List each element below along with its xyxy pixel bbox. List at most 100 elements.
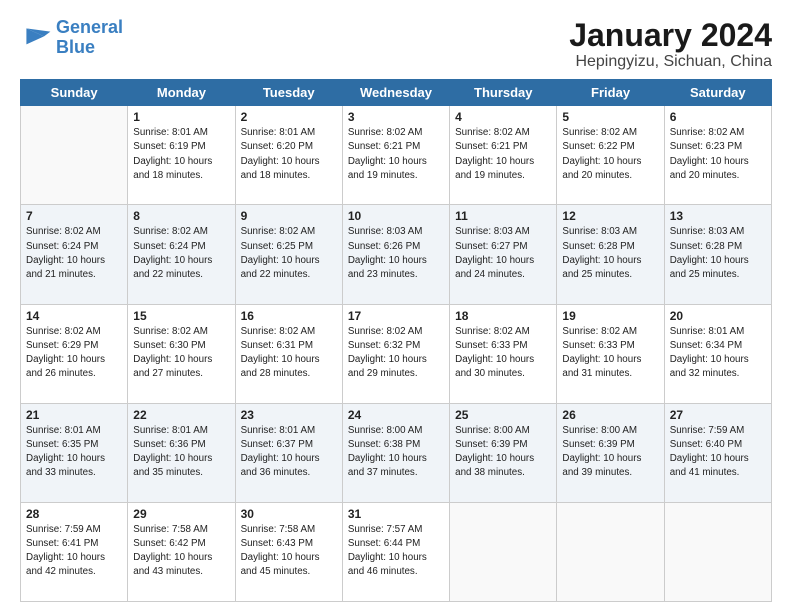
day-number: 2 — [241, 110, 337, 124]
cell-content: Sunrise: 8:00 AM Sunset: 6:38 PM Dayligh… — [348, 424, 444, 481]
cell-content: Sunrise: 8:02 AM Sunset: 6:21 PM Dayligh… — [348, 126, 444, 183]
cell-content: Sunrise: 8:01 AM Sunset: 6:20 PM Dayligh… — [241, 126, 337, 183]
calendar-cell: 27 Sunrise: 7:59 AM Sunset: 6:40 PM Dayli… — [664, 403, 771, 502]
logo: General Blue — [20, 18, 123, 58]
day-number: 31 — [348, 507, 444, 521]
calendar-cell: 22 Sunrise: 8:01 AM Sunset: 6:36 PM Dayli… — [128, 403, 235, 502]
week-row-5: 28Sunrise: 7:59 AM Sunset: 6:41 PM Dayli… — [21, 502, 772, 601]
day-number: 16 — [241, 309, 337, 323]
calendar-cell: 31 Sunrise: 7:57 AM Sunset: 6:44 PM Dayli… — [342, 502, 449, 601]
day-number: 21 — [26, 408, 122, 422]
logo-blue: Blue — [56, 37, 95, 57]
calendar-cell: 12 Sunrise: 8:03 AM Sunset: 6:28 PM Dayli… — [557, 205, 664, 304]
cell-content: Sunrise: 8:00 AM Sunset: 6:39 PM Dayligh… — [455, 424, 551, 481]
day-number: 18 — [455, 309, 551, 323]
day-number: 14 — [26, 309, 122, 323]
header: General Blue January 2024 Hepingyizu, Si… — [20, 18, 772, 71]
cell-content: Sunrise: 7:58 AM Sunset: 6:42 PM Dayligh… — [133, 523, 229, 580]
calendar-cell — [557, 502, 664, 601]
header-cell-saturday: Saturday — [664, 80, 771, 106]
calendar-cell: 10 Sunrise: 8:03 AM Sunset: 6:26 PM Dayli… — [342, 205, 449, 304]
week-row-3: 14 Sunrise: 8:02 AM Sunset: 6:29 PM Dayli… — [21, 304, 772, 403]
day-number: 3 — [348, 110, 444, 124]
page: General Blue January 2024 Hepingyizu, Si… — [0, 0, 792, 612]
cell-content: Sunrise: 8:02 AM Sunset: 6:21 PM Dayligh… — [455, 126, 551, 183]
cell-content: Sunrise: 8:01 AM Sunset: 6:36 PM Dayligh… — [133, 424, 229, 481]
week-row-1: 1 Sunrise: 8:01 AM Sunset: 6:19 PM Daylig… — [21, 106, 772, 205]
calendar-cell: 17 Sunrise: 8:02 AM Sunset: 6:32 PM Dayli… — [342, 304, 449, 403]
cell-content: Sunrise: 7:59 AM Sunset: 6:40 PM Dayligh… — [670, 424, 766, 481]
day-number: 9 — [241, 209, 337, 223]
day-number: 7 — [26, 209, 122, 223]
header-cell-friday: Friday — [557, 80, 664, 106]
title-block: January 2024 Hepingyizu, Sichuan, China — [569, 18, 772, 71]
calendar-cell: 15 Sunrise: 8:02 AM Sunset: 6:30 PM Dayli… — [128, 304, 235, 403]
cell-content: Sunrise: 8:02 AM Sunset: 6:32 PM Dayligh… — [348, 325, 444, 382]
location: Hepingyizu, Sichuan, China — [569, 53, 772, 71]
day-number: 22 — [133, 408, 229, 422]
calendar-cell: 14 Sunrise: 8:02 AM Sunset: 6:29 PM Dayli… — [21, 304, 128, 403]
day-number: 1 — [133, 110, 229, 124]
day-number: 8 — [133, 209, 229, 223]
calendar-cell: 11 Sunrise: 8:03 AM Sunset: 6:27 PM Dayli… — [450, 205, 557, 304]
day-number: 4 — [455, 110, 551, 124]
cell-content: Sunrise: 8:02 AM Sunset: 6:23 PM Dayligh… — [670, 126, 766, 183]
calendar-cell: 23Sunrise: 8:01 AM Sunset: 6:37 PM Dayli… — [235, 403, 342, 502]
month-title: January 2024 — [569, 18, 772, 53]
day-number: 27 — [670, 408, 766, 422]
calendar-cell: 21Sunrise: 8:01 AM Sunset: 6:35 PM Dayli… — [21, 403, 128, 502]
header-cell-thursday: Thursday — [450, 80, 557, 106]
cell-content: Sunrise: 8:02 AM Sunset: 6:29 PM Dayligh… — [26, 325, 122, 382]
day-number: 20 — [670, 309, 766, 323]
cell-content: Sunrise: 8:01 AM Sunset: 6:19 PM Dayligh… — [133, 126, 229, 183]
calendar-cell — [21, 106, 128, 205]
day-number: 28 — [26, 507, 122, 521]
day-number: 23 — [241, 408, 337, 422]
calendar-cell: 8Sunrise: 8:02 AM Sunset: 6:24 PM Daylig… — [128, 205, 235, 304]
calendar-cell: 28Sunrise: 7:59 AM Sunset: 6:41 PM Dayli… — [21, 502, 128, 601]
day-number: 11 — [455, 209, 551, 223]
header-cell-sunday: Sunday — [21, 80, 128, 106]
day-number: 13 — [670, 209, 766, 223]
day-number: 26 — [562, 408, 658, 422]
calendar-cell: 9 Sunrise: 8:02 AM Sunset: 6:25 PM Daylig… — [235, 205, 342, 304]
cell-content: Sunrise: 8:02 AM Sunset: 6:33 PM Dayligh… — [455, 325, 551, 382]
header-row: SundayMondayTuesdayWednesdayThursdayFrid… — [21, 80, 772, 106]
cell-content: Sunrise: 8:03 AM Sunset: 6:28 PM Dayligh… — [670, 225, 766, 282]
calendar-cell: 3 Sunrise: 8:02 AM Sunset: 6:21 PM Daylig… — [342, 106, 449, 205]
cell-content: Sunrise: 8:03 AM Sunset: 6:27 PM Dayligh… — [455, 225, 551, 282]
week-row-2: 7 Sunrise: 8:02 AM Sunset: 6:24 PM Daylig… — [21, 205, 772, 304]
day-number: 25 — [455, 408, 551, 422]
calendar-cell: 5Sunrise: 8:02 AM Sunset: 6:22 PM Daylig… — [557, 106, 664, 205]
day-number: 12 — [562, 209, 658, 223]
calendar-cell: 6 Sunrise: 8:02 AM Sunset: 6:23 PM Daylig… — [664, 106, 771, 205]
cell-content: Sunrise: 8:03 AM Sunset: 6:26 PM Dayligh… — [348, 225, 444, 282]
calendar-cell: 7 Sunrise: 8:02 AM Sunset: 6:24 PM Daylig… — [21, 205, 128, 304]
cell-content: Sunrise: 7:57 AM Sunset: 6:44 PM Dayligh… — [348, 523, 444, 580]
header-cell-monday: Monday — [128, 80, 235, 106]
calendar-cell — [664, 502, 771, 601]
week-row-4: 21Sunrise: 8:01 AM Sunset: 6:35 PM Dayli… — [21, 403, 772, 502]
day-number: 29 — [133, 507, 229, 521]
calendar-cell: 25 Sunrise: 8:00 AM Sunset: 6:39 PM Dayli… — [450, 403, 557, 502]
calendar-cell: 18 Sunrise: 8:02 AM Sunset: 6:33 PM Dayli… — [450, 304, 557, 403]
cell-content: Sunrise: 8:02 AM Sunset: 6:24 PM Dayligh… — [26, 225, 122, 282]
cell-content: Sunrise: 8:03 AM Sunset: 6:28 PM Dayligh… — [562, 225, 658, 282]
calendar-cell — [450, 502, 557, 601]
cell-content: Sunrise: 8:01 AM Sunset: 6:34 PM Dayligh… — [670, 325, 766, 382]
day-number: 10 — [348, 209, 444, 223]
day-number: 19 — [562, 309, 658, 323]
cell-content: Sunrise: 8:00 AM Sunset: 6:39 PM Dayligh… — [562, 424, 658, 481]
day-number: 15 — [133, 309, 229, 323]
calendar-cell: 2 Sunrise: 8:01 AM Sunset: 6:20 PM Daylig… — [235, 106, 342, 205]
day-number: 5 — [562, 110, 658, 124]
cell-content: Sunrise: 8:02 AM Sunset: 6:30 PM Dayligh… — [133, 325, 229, 382]
cell-content: Sunrise: 8:02 AM Sunset: 6:25 PM Dayligh… — [241, 225, 337, 282]
calendar-cell: 30Sunrise: 7:58 AM Sunset: 6:43 PM Dayli… — [235, 502, 342, 601]
calendar-cell: 13 Sunrise: 8:03 AM Sunset: 6:28 PM Dayli… — [664, 205, 771, 304]
cell-content: Sunrise: 8:02 AM Sunset: 6:31 PM Dayligh… — [241, 325, 337, 382]
calendar-cell: 1 Sunrise: 8:01 AM Sunset: 6:19 PM Daylig… — [128, 106, 235, 205]
calendar-cell: 4 Sunrise: 8:02 AM Sunset: 6:21 PM Daylig… — [450, 106, 557, 205]
day-number: 17 — [348, 309, 444, 323]
day-number: 6 — [670, 110, 766, 124]
